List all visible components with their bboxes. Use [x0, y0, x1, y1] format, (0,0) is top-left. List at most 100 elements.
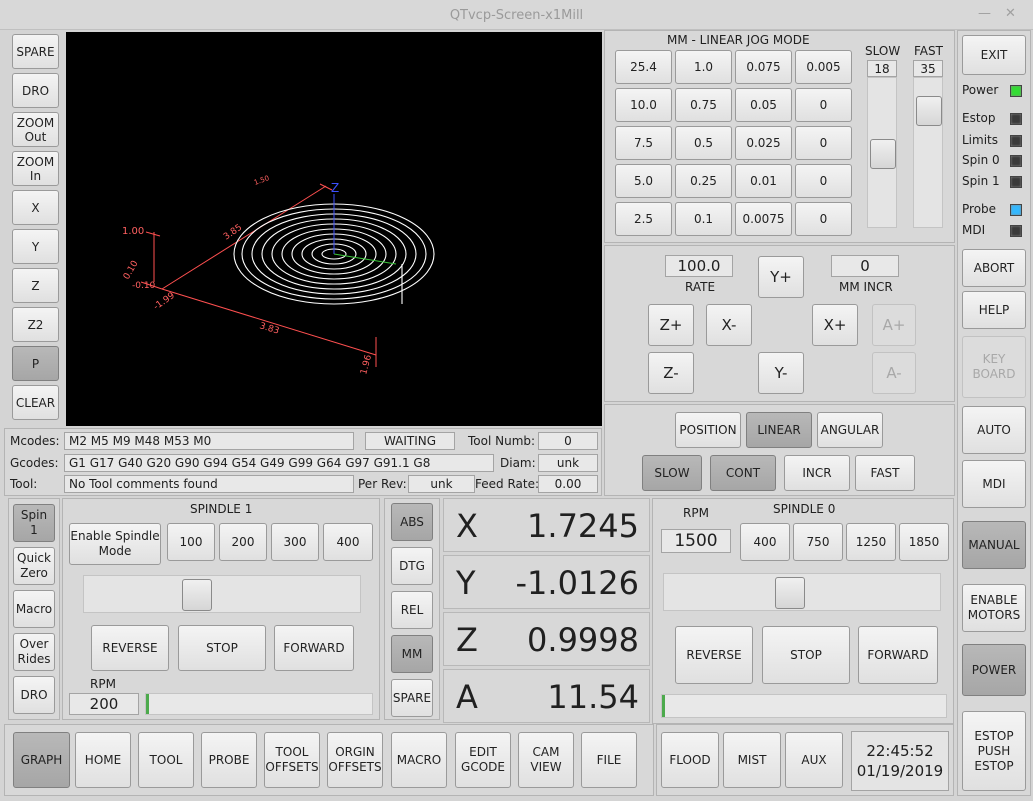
spindle-1-preset-100[interactable]: 100	[167, 523, 215, 561]
fast-slider[interactable]	[913, 77, 943, 228]
dro-spare-button[interactable]: SPARE	[391, 679, 433, 717]
aux-button[interactable]: AUX	[785, 732, 843, 788]
spindle-0-stop-button[interactable]: STOP	[762, 626, 850, 684]
spindle-1-forward-button[interactable]: FORWARD	[274, 625, 354, 671]
flood-button[interactable]: FLOOD	[661, 732, 719, 788]
mode-linear-button[interactable]: LINEAR	[746, 412, 812, 448]
zoom-in-button[interactable]: ZOOM In	[12, 151, 59, 186]
jog-increment-button[interactable]: 0	[795, 126, 852, 160]
help-button[interactable]: HELP	[962, 291, 1026, 329]
jog-increment-button[interactable]: 10.0	[615, 88, 672, 122]
zoom-out-button[interactable]: ZOOM Out	[12, 112, 59, 147]
tab-cam-view[interactable]: CAM VIEW	[518, 732, 574, 788]
speed-incr-button[interactable]: INCR	[784, 455, 850, 491]
spindle-1-reverse-button[interactable]: REVERSE	[91, 625, 169, 671]
graphics-view[interactable]: Z 1.00 0.10 -0.10 -1.99 3.83 1.96 3.85 1…	[66, 32, 602, 426]
spare-button[interactable]: SPARE	[12, 34, 59, 69]
clear-button[interactable]: CLEAR	[12, 385, 59, 420]
z-view-button[interactable]: Z	[12, 268, 59, 303]
manual-button[interactable]: MANUAL	[962, 521, 1026, 569]
tab-macro[interactable]: MACRO	[391, 732, 447, 788]
y-view-button[interactable]: Y	[12, 229, 59, 264]
z2-view-button[interactable]: Z2	[12, 307, 59, 342]
mode-position-button[interactable]: POSITION	[675, 412, 741, 448]
tab-edit-gcode[interactable]: EDIT GCODE	[455, 732, 511, 788]
jog-increment-button[interactable]: 25.4	[615, 50, 672, 84]
jog-a-plus-button[interactable]: A+	[872, 304, 916, 346]
jog-increment-button[interactable]: 5.0	[615, 164, 672, 198]
jog-increment-button[interactable]: 0	[795, 202, 852, 236]
rate-field[interactable]: 100.0	[665, 255, 733, 277]
jog-increment-button[interactable]: 0.075	[735, 50, 792, 84]
dro-button[interactable]: DRO	[13, 676, 55, 714]
jog-increment-button[interactable]: 1.0	[675, 50, 732, 84]
enable-spindle-mode-button[interactable]: Enable Spindle Mode	[69, 523, 161, 565]
jog-x-plus-button[interactable]: X+	[812, 304, 858, 346]
jog-increment-button[interactable]: 0.25	[675, 164, 732, 198]
tab-file[interactable]: FILE	[581, 732, 637, 788]
exit-button[interactable]: EXIT	[962, 35, 1026, 75]
close-icon[interactable]: ✕	[1005, 6, 1016, 21]
spindle-1-slider[interactable]	[83, 575, 361, 613]
dro-abs-button[interactable]: ABS	[391, 503, 433, 541]
jog-a-minus-button[interactable]: A-	[872, 352, 916, 394]
tab-home[interactable]: HOME	[75, 732, 131, 788]
spin-1-button[interactable]: Spin 1	[13, 504, 55, 542]
tab-tool-offsets[interactable]: TOOL OFFSETS	[264, 732, 320, 788]
tab-probe[interactable]: PROBE	[201, 732, 257, 788]
spindle-1-stop-button[interactable]: STOP	[178, 625, 266, 671]
spindle-1-preset-200[interactable]: 200	[219, 523, 267, 561]
incr-field[interactable]: 0	[831, 255, 899, 277]
jog-z-minus-button[interactable]: Z-	[648, 352, 694, 394]
jog-x-minus-button[interactable]: X-	[706, 304, 752, 346]
dro-rel-button[interactable]: REL	[391, 591, 433, 629]
x-view-button[interactable]: X	[12, 190, 59, 225]
dro-button[interactable]: DRO	[12, 73, 59, 108]
mdi-button[interactable]: MDI	[962, 460, 1026, 508]
dro-mm-button[interactable]: MM	[391, 635, 433, 673]
spindle-1-slider-handle[interactable]	[182, 579, 213, 611]
spindle-1-preset-400[interactable]: 400	[323, 523, 373, 561]
jog-z-plus-button[interactable]: Z+	[648, 304, 694, 346]
mist-button[interactable]: MIST	[723, 732, 781, 788]
slow-slider[interactable]	[867, 77, 897, 228]
jog-increment-button[interactable]: 0.05	[735, 88, 792, 122]
keyboard-button[interactable]: KEY BOARD	[962, 336, 1026, 398]
dro-dtg-button[interactable]: DTG	[391, 547, 433, 585]
speed-cont-button[interactable]: CONT	[710, 455, 776, 491]
spindle-0-forward-button[interactable]: FORWARD	[858, 626, 938, 684]
estop-button[interactable]: ESTOP PUSH ESTOP	[962, 711, 1026, 791]
speed-slow-button[interactable]: SLOW	[642, 455, 702, 491]
spindle-0-preset-400[interactable]: 400	[740, 523, 790, 561]
spindle-0-preset-1250[interactable]: 1250	[846, 523, 896, 561]
mode-angular-button[interactable]: ANGULAR	[817, 412, 883, 448]
tab-origin-offsets[interactable]: ORGIN OFFSETS	[327, 732, 383, 788]
spindle-0-slider-handle[interactable]	[774, 577, 805, 609]
spindle-1-preset-300[interactable]: 300	[271, 523, 319, 561]
slow-slider-handle[interactable]	[870, 138, 896, 169]
spindle-0-preset-750[interactable]: 750	[793, 523, 843, 561]
power-button[interactable]: POWER	[962, 644, 1026, 696]
jog-increment-button[interactable]: 0.025	[735, 126, 792, 160]
minimize-icon[interactable]: —	[978, 6, 991, 21]
overrides-button[interactable]: Over Rides	[13, 633, 55, 671]
fast-slider-handle[interactable]	[916, 96, 942, 127]
spindle-0-slider[interactable]	[663, 573, 941, 611]
jog-increment-button[interactable]: 0	[795, 164, 852, 198]
speed-fast-button[interactable]: FAST	[855, 455, 915, 491]
tab-graph[interactable]: GRAPH	[13, 732, 70, 788]
jog-increment-button[interactable]: 0	[795, 88, 852, 122]
quick-zero-button[interactable]: Quick Zero	[13, 547, 55, 585]
abort-button[interactable]: ABORT	[962, 249, 1026, 287]
auto-button[interactable]: AUTO	[962, 406, 1026, 454]
jog-increment-button[interactable]: 0.75	[675, 88, 732, 122]
jog-y-plus-button[interactable]: Y+	[758, 256, 804, 298]
jog-increment-button[interactable]: 0.0075	[735, 202, 792, 236]
jog-y-minus-button[interactable]: Y-	[758, 352, 804, 394]
jog-increment-button[interactable]: 7.5	[615, 126, 672, 160]
jog-increment-button[interactable]: 0.01	[735, 164, 792, 198]
jog-increment-button[interactable]: 0.005	[795, 50, 852, 84]
tab-tool[interactable]: TOOL	[138, 732, 194, 788]
jog-increment-button[interactable]: 0.1	[675, 202, 732, 236]
p-view-button[interactable]: P	[12, 346, 59, 381]
